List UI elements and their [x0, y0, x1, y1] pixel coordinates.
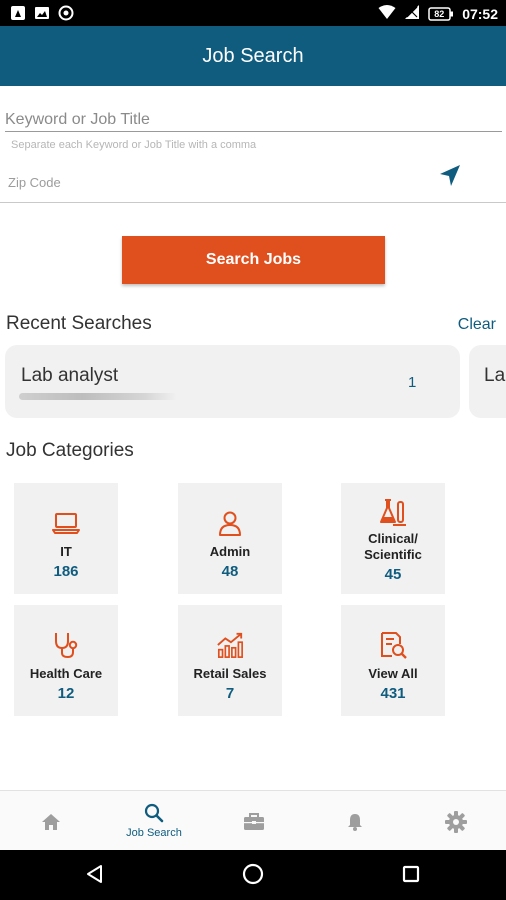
home-system-button[interactable] — [240, 863, 266, 889]
category-label: Health Care — [29, 666, 103, 681]
vpn-icon — [58, 5, 74, 21]
category-label: Admin — [209, 544, 251, 559]
job-search-screen: 82 07:52 Job Search Separate each Keywor… — [0, 0, 506, 900]
notification-a-icon — [10, 5, 26, 21]
recent-search-card[interactable]: Lab analyst 1 — [5, 345, 460, 418]
category-label: Retail Sales — [193, 666, 267, 681]
category-tile-admin[interactable]: Admin 48 — [178, 483, 282, 594]
category-label: IT — [60, 544, 72, 559]
home-icon — [40, 811, 62, 833]
category-tile-it[interactable]: IT 186 — [14, 483, 118, 594]
category-count: 431 — [380, 685, 406, 702]
recent-search-card[interactable]: Lab — [469, 345, 506, 418]
search-icon — [143, 802, 165, 824]
battery-icon: 82 — [428, 6, 454, 21]
category-count: 45 — [384, 566, 402, 583]
category-tile-clinical-scientific[interactable]: Clinical/ Scientific 45 — [341, 483, 445, 594]
page-title: Job Search — [202, 44, 304, 67]
briefcase-icon — [243, 811, 265, 833]
category-count: 186 — [53, 563, 79, 580]
category-tile-health-care[interactable]: Health Care 12 — [14, 605, 118, 716]
recent-search-detail-blurred — [19, 393, 177, 400]
job-categories-title: Job Categories — [6, 440, 134, 461]
keyword-input[interactable] — [5, 106, 502, 132]
nav-home[interactable] — [11, 791, 91, 851]
search-jobs-label: Search Jobs — [205, 251, 302, 268]
back-button[interactable] — [82, 863, 108, 889]
wifi-icon — [378, 4, 396, 23]
zip-code-input[interactable] — [8, 170, 428, 194]
keyword-hint: Separate each Keyword or Job Title with … — [11, 139, 257, 151]
recents-button[interactable] — [398, 863, 424, 889]
nav-job-search[interactable]: Job Search — [114, 791, 194, 851]
recent-searches-title: Recent Searches — [6, 313, 152, 334]
back-triangle-icon — [84, 863, 106, 890]
stethoscope-icon — [52, 631, 80, 659]
nav-jobs[interactable] — [214, 791, 294, 851]
bell-icon — [344, 811, 366, 833]
lab-flask-icon — [379, 497, 407, 526]
recents-square-icon — [400, 863, 422, 890]
clear-recent-button[interactable]: Clear — [458, 316, 496, 334]
category-tile-retail-sales[interactable]: Retail Sales 7 — [178, 605, 282, 716]
signal-icon — [404, 4, 420, 23]
system-navigation-bar — [0, 850, 506, 900]
nav-settings[interactable] — [416, 791, 496, 851]
app-bar: Job Search — [0, 26, 506, 86]
form-divider — [0, 202, 506, 203]
laptop-icon — [52, 509, 80, 537]
nav-job-search-label: Job Search — [126, 827, 182, 839]
battery-percent: 82 — [434, 8, 445, 19]
recent-search-count: 1 — [408, 374, 417, 391]
gear-icon — [445, 811, 467, 833]
home-circle-icon — [241, 862, 265, 891]
person-icon — [216, 509, 244, 537]
image-icon — [34, 5, 50, 21]
status-bar: 82 07:52 — [0, 0, 506, 26]
growth-chart-icon — [216, 631, 244, 659]
current-location-button[interactable] — [434, 164, 466, 192]
category-count: 12 — [57, 685, 75, 702]
recent-search-term: Lab — [484, 365, 506, 386]
category-count: 48 — [221, 563, 239, 580]
recent-search-term: Lab analyst — [21, 365, 119, 386]
category-label: View All — [368, 666, 418, 681]
bottom-navigation: Job Search — [0, 790, 506, 850]
category-tile-view-all[interactable]: View All 431 — [341, 605, 445, 716]
search-jobs-button[interactable]: Search Jobs — [122, 236, 385, 284]
status-time: 07:52 — [462, 5, 498, 22]
nav-alerts[interactable] — [315, 791, 395, 851]
navigation-arrow-icon — [437, 163, 463, 194]
category-label: Clinical/ Scientific — [364, 531, 422, 562]
category-count: 7 — [225, 685, 235, 702]
document-search-icon — [379, 631, 407, 659]
